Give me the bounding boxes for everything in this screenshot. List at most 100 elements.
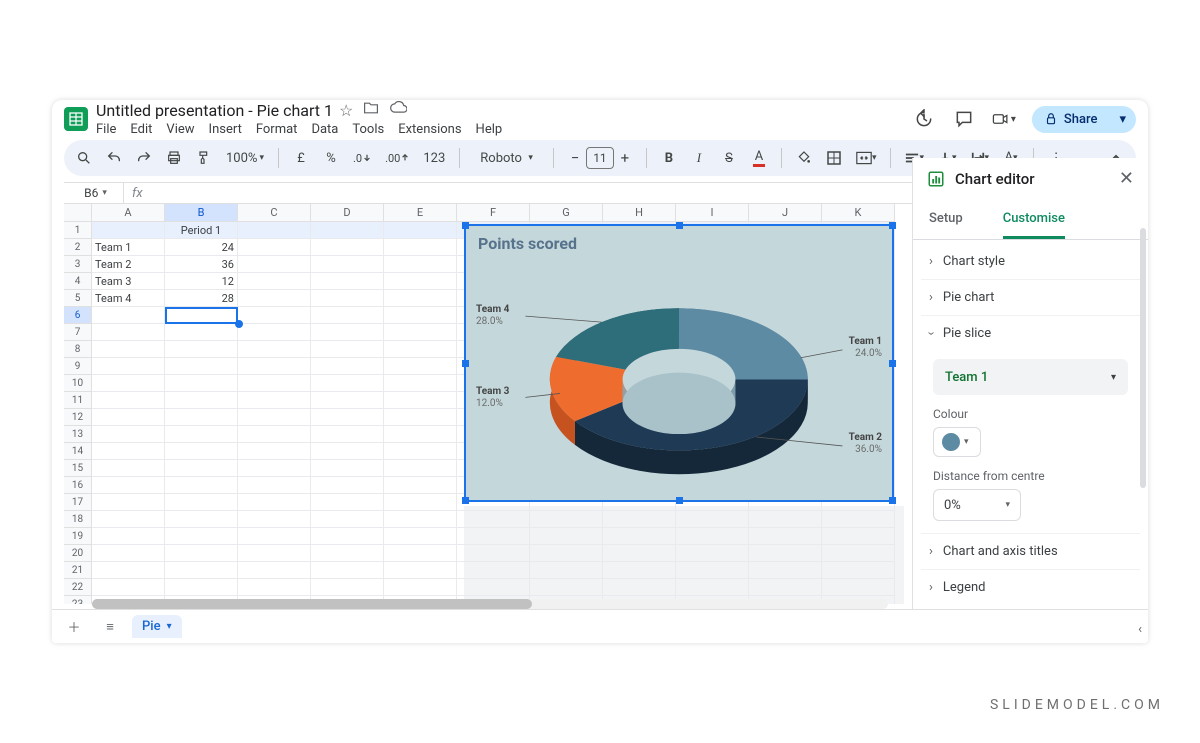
- cell[interactable]: [238, 222, 311, 239]
- cell[interactable]: [165, 562, 238, 579]
- row-header[interactable]: 7: [64, 324, 92, 341]
- cell[interactable]: [384, 528, 457, 545]
- cell[interactable]: [384, 460, 457, 477]
- cell[interactable]: [311, 324, 384, 341]
- cell[interactable]: Team 1: [92, 239, 165, 256]
- row-header[interactable]: 5: [64, 290, 92, 307]
- chart-object[interactable]: Points scored: [464, 224, 894, 502]
- cell[interactable]: [238, 511, 311, 528]
- cell[interactable]: [165, 460, 238, 477]
- row-header[interactable]: 9: [64, 358, 92, 375]
- cell[interactable]: [603, 511, 676, 528]
- cell[interactable]: [311, 579, 384, 596]
- cell[interactable]: [238, 528, 311, 545]
- row-header[interactable]: 16: [64, 477, 92, 494]
- paint-format-icon[interactable]: [192, 144, 216, 172]
- cell[interactable]: [603, 528, 676, 545]
- cell[interactable]: [92, 579, 165, 596]
- cell[interactable]: [238, 460, 311, 477]
- cell[interactable]: [311, 256, 384, 273]
- cell[interactable]: [384, 477, 457, 494]
- share-dropdown-icon[interactable]: ▾: [1109, 112, 1136, 127]
- cell[interactable]: [384, 375, 457, 392]
- cell[interactable]: [749, 545, 822, 562]
- row-header[interactable]: 10: [64, 375, 92, 392]
- share-button[interactable]: Share: [1032, 106, 1110, 133]
- cell[interactable]: [530, 562, 603, 579]
- cell[interactable]: [311, 443, 384, 460]
- menu-view[interactable]: View: [166, 122, 194, 137]
- cell[interactable]: [238, 358, 311, 375]
- cell[interactable]: [92, 460, 165, 477]
- meet-icon[interactable]: ▾: [992, 107, 1016, 131]
- cloud-status-icon[interactable]: [389, 101, 407, 120]
- row-header[interactable]: 20: [64, 545, 92, 562]
- cell[interactable]: [822, 579, 895, 596]
- name-box[interactable]: B6 ▾: [64, 183, 124, 203]
- font-size-input[interactable]: 11: [586, 147, 614, 169]
- cell[interactable]: [92, 375, 165, 392]
- bold-button[interactable]: B: [657, 144, 681, 172]
- cell[interactable]: [603, 545, 676, 562]
- cell[interactable]: [676, 528, 749, 545]
- cell[interactable]: [384, 307, 457, 324]
- cell[interactable]: [457, 511, 530, 528]
- menu-help[interactable]: Help: [476, 122, 503, 137]
- cell[interactable]: [92, 409, 165, 426]
- close-icon[interactable]: ✕: [1119, 168, 1134, 189]
- row-header[interactable]: 21: [64, 562, 92, 579]
- cell[interactable]: [311, 358, 384, 375]
- font-size-decrease[interactable]: −: [564, 149, 586, 167]
- number-format-button[interactable]: 123: [419, 144, 449, 172]
- tab-customise[interactable]: Customise: [1003, 203, 1065, 239]
- cell[interactable]: [530, 579, 603, 596]
- history-icon[interactable]: [912, 107, 936, 131]
- cell[interactable]: [165, 494, 238, 511]
- row-header[interactable]: 17: [64, 494, 92, 511]
- column-header[interactable]: A: [92, 204, 165, 222]
- cell[interactable]: [311, 273, 384, 290]
- cell[interactable]: [384, 562, 457, 579]
- cell[interactable]: Period 1: [165, 222, 238, 239]
- fill-color-button[interactable]: [792, 144, 816, 172]
- sheet-tab-pie[interactable]: Pie ▾: [132, 615, 182, 638]
- cell[interactable]: [384, 579, 457, 596]
- sidebar-scrollbar[interactable]: [1140, 228, 1146, 632]
- cell[interactable]: [92, 307, 165, 324]
- row-header[interactable]: 8: [64, 341, 92, 358]
- row-header[interactable]: 4: [64, 273, 92, 290]
- cell[interactable]: [311, 494, 384, 511]
- cell[interactable]: [311, 307, 384, 324]
- add-sheet-button[interactable]: ＋: [60, 613, 88, 641]
- cell[interactable]: [92, 341, 165, 358]
- percent-button[interactable]: %: [319, 144, 343, 172]
- cell[interactable]: [603, 562, 676, 579]
- column-header[interactable]: F: [457, 204, 530, 222]
- cell[interactable]: [457, 562, 530, 579]
- cell-selection-handle[interactable]: [235, 320, 243, 328]
- cell[interactable]: [165, 443, 238, 460]
- redo-icon[interactable]: [132, 144, 156, 172]
- cell[interactable]: [384, 239, 457, 256]
- cell[interactable]: [238, 426, 311, 443]
- currency-button[interactable]: £: [289, 144, 313, 172]
- merge-cells-button[interactable]: ▾: [852, 144, 881, 172]
- cell[interactable]: [238, 239, 311, 256]
- distance-dropdown[interactable]: 0%▾: [933, 489, 1021, 521]
- cell[interactable]: [749, 562, 822, 579]
- cell[interactable]: [165, 511, 238, 528]
- menu-format[interactable]: Format: [256, 122, 298, 137]
- cell[interactable]: [311, 392, 384, 409]
- cell[interactable]: [822, 545, 895, 562]
- cell[interactable]: [165, 409, 238, 426]
- cell[interactable]: [384, 443, 457, 460]
- column-header[interactable]: B: [165, 204, 238, 222]
- cell[interactable]: [238, 477, 311, 494]
- row-header[interactable]: 3: [64, 256, 92, 273]
- row-header[interactable]: 14: [64, 443, 92, 460]
- colour-picker[interactable]: ▾: [933, 427, 981, 457]
- cell[interactable]: [92, 562, 165, 579]
- cell[interactable]: [238, 375, 311, 392]
- menu-edit[interactable]: Edit: [130, 122, 152, 137]
- row-header[interactable]: 6: [64, 307, 92, 324]
